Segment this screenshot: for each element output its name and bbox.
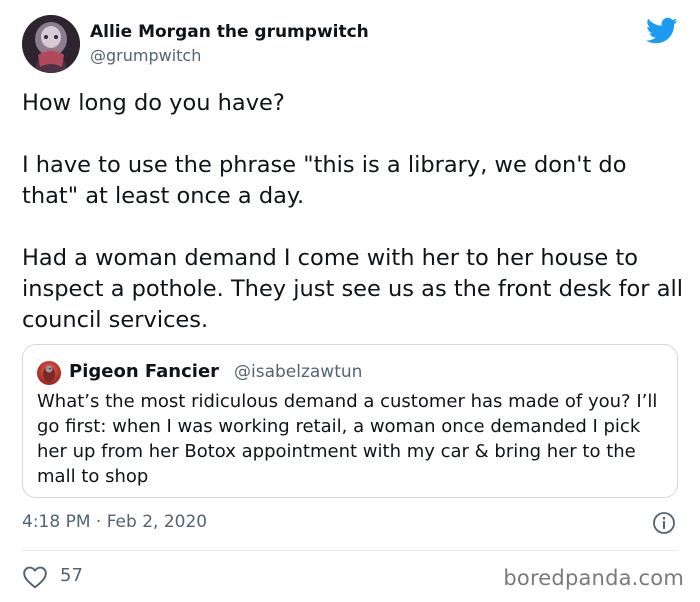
twitter-bird-icon[interactable] (646, 17, 678, 45)
tweet-text: How long do you have? I have to use the … (22, 88, 687, 336)
profile-photo (22, 15, 80, 73)
quoted-tweet-card[interactable]: Pigeon Fancier @isabelzawtun What’s the … (22, 344, 678, 498)
quoted-tweet-text: What’s the most ridiculous demand a cust… (37, 391, 658, 487)
divider (22, 550, 678, 551)
quoted-user-name[interactable]: Pigeon Fancier (69, 361, 219, 382)
tweet-paragraph: How long do you have? (22, 90, 285, 116)
tweet-paragraph: Had a woman demand I come with her to he… (22, 245, 683, 333)
user-handle[interactable]: @grumpwitch (90, 46, 201, 65)
pigeon-avatar-icon (43, 365, 55, 382)
tweet-timestamp[interactable]: 4:18 PM · Feb 2, 2020 (22, 512, 207, 532)
tweet-paragraph: I have to use the phrase "this is a libr… (22, 152, 627, 209)
watermark: boredpanda.com (503, 566, 684, 590)
user-display-name[interactable]: Allie Morgan the grumpwitch (90, 22, 369, 42)
avatar[interactable] (22, 15, 80, 73)
info-icon[interactable] (652, 511, 676, 535)
quoted-user-avatar[interactable] (37, 361, 61, 385)
heart-icon[interactable] (22, 565, 48, 589)
quoted-user-handle[interactable]: @isabelzawtun (234, 362, 362, 382)
like-count: 57 (60, 565, 83, 586)
